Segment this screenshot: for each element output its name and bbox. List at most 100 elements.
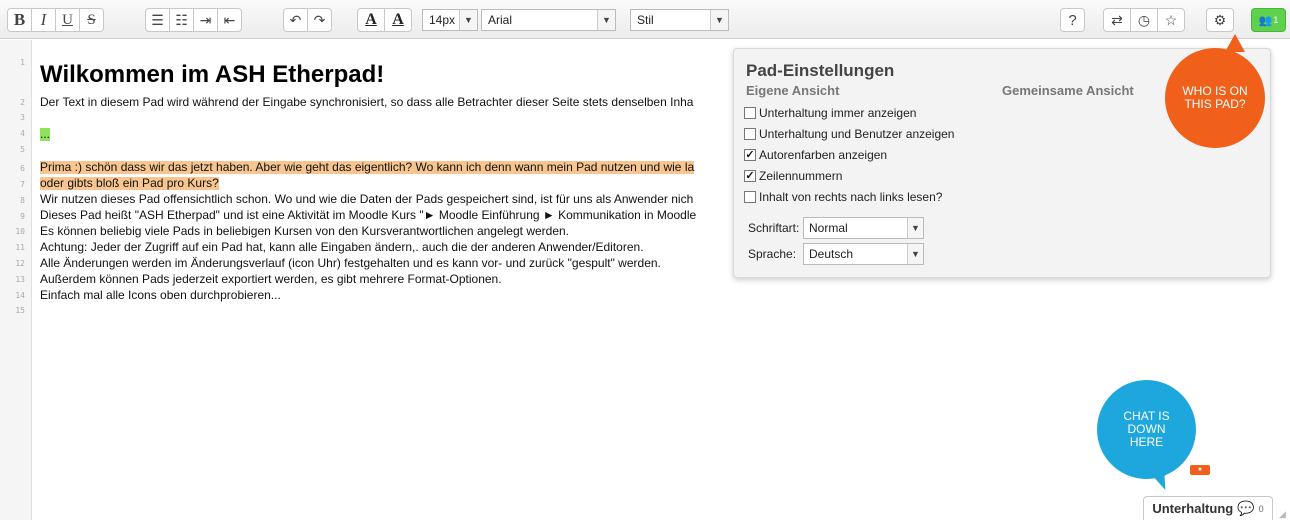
settings-button[interactable]: ⚙ <box>1206 8 1234 32</box>
chevron-down-icon: ▼ <box>459 10 477 30</box>
clock-icon: ◷ <box>1137 11 1151 28</box>
checkbox[interactable] <box>744 128 756 140</box>
speech-bubble-icon: 💬 <box>1237 500 1255 516</box>
text-line: Der Text in diesem Pad wird während der … <box>40 95 694 109</box>
undo-button[interactable]: ↶ <box>283 8 308 32</box>
option-rtl[interactable]: Inhalt von rechts nach links lesen? <box>744 190 942 204</box>
language-select[interactable]: Deutsch ▼ <box>803 243 924 265</box>
line-number: 11 <box>15 243 25 252</box>
redo-icon: ↷ <box>313 11 326 28</box>
settings-title: Pad-Einstellungen <box>746 61 895 80</box>
line-number: 2 <box>20 98 25 107</box>
line-number: 3 <box>20 113 25 122</box>
star-button[interactable]: ☆ <box>1157 8 1185 32</box>
checkbox-checked[interactable]: ✓ <box>744 149 756 161</box>
text-line: Wir nutzen dieses Pad offensichtlich sch… <box>40 192 694 206</box>
font-size-select[interactable]: 14px ▼ <box>422 9 478 31</box>
background-color-icon: A <box>392 11 404 28</box>
line-number: 10 <box>15 227 25 236</box>
bold-button[interactable]: B <box>7 8 32 32</box>
background-color-button[interactable]: A <box>384 8 412 32</box>
line-number: 9 <box>20 212 25 221</box>
text-line: Außerdem können Pads jederzeit exportier… <box>40 272 502 286</box>
import-export-icon: ⇄ <box>1111 11 1123 28</box>
chevron-down-icon: ▼ <box>907 244 923 264</box>
redo-button[interactable]: ↷ <box>307 8 332 32</box>
import-export-button[interactable]: ⇄ <box>1103 8 1131 32</box>
text-line: Achtung: Jeder der Zugriff auf ein Pad h… <box>40 240 644 254</box>
font-family-select[interactable]: Arial ▼ <box>481 9 616 31</box>
checkbox-checked[interactable]: ✓ <box>744 170 756 182</box>
text-line: oder gibts bloß ein Pad pro Kurs? <box>40 176 219 190</box>
gear-icon: ⚙ <box>1213 11 1227 28</box>
line-number: 6 <box>20 164 25 173</box>
option-show-chat-users[interactable]: Unterhaltung und Benutzer anzeigen <box>744 127 954 141</box>
text-line: Es können beliebig viele Pads in beliebi… <box>40 224 570 238</box>
chat-button[interactable]: Unterhaltung 💬 0 <box>1143 496 1273 520</box>
option-show-chat[interactable]: Unterhaltung immer anzeigen <box>744 106 916 120</box>
line-number: 8 <box>20 196 25 205</box>
checkbox[interactable] <box>744 191 756 203</box>
shared-view-heading: Gemeinsame Ansicht <box>1002 83 1134 98</box>
font-family-value: Arial <box>488 13 513 27</box>
line-number: 7 <box>20 180 25 189</box>
font-type-label: Schriftart: <box>748 221 800 235</box>
text-line: Einfach mal alle Icons oben durchprobier… <box>40 288 281 302</box>
font-color-button[interactable]: A <box>357 8 385 32</box>
users-button[interactable]: 👥 1 <box>1251 8 1286 32</box>
indent-button[interactable]: ⇥ <box>193 8 218 32</box>
underline-button[interactable]: U <box>55 8 80 32</box>
unordered-list-icon: ☷ <box>175 11 188 28</box>
undo-icon: ↶ <box>289 11 302 28</box>
text-line: Dieses Pad heißt "ASH Etherpad" und ist … <box>40 208 697 222</box>
chat-hint-text: CHAT IS DOWN HERE <box>1123 409 1170 449</box>
option-label: Zeilennummern <box>759 169 843 183</box>
option-author-colors[interactable]: ✓ Autorenfarben anzeigen <box>744 148 887 162</box>
option-label: Inhalt von rechts nach links lesen? <box>759 190 943 204</box>
line-number-gutter: 1 2 3 4 5 6 7 8 9 10 11 12 13 14 15 <box>0 40 32 520</box>
font-type-select[interactable]: Normal ▼ <box>803 217 924 239</box>
text-line: Prima :) schön dass wir das jetzt haben.… <box>40 160 695 174</box>
style-value: Stil <box>637 13 654 27</box>
resize-grip-icon[interactable]: ◢ <box>1279 509 1286 520</box>
italic-button[interactable]: I <box>31 8 56 32</box>
who-is-on-bubble: WHO IS ON THIS PAD? <box>1165 34 1265 148</box>
chat-count: 0 <box>1258 503 1264 514</box>
ordered-list-button[interactable]: ☰ <box>145 8 170 32</box>
option-label: Unterhaltung immer anzeigen <box>759 106 917 120</box>
language-label: Sprache: <box>748 247 797 261</box>
outdent-icon: ⇤ <box>223 11 236 28</box>
indent-icon: ⇥ <box>199 11 212 28</box>
star-icon: ☆ <box>1164 11 1178 28</box>
users-icon: 👥 <box>1258 14 1273 27</box>
help-icon: ? <box>1068 11 1077 29</box>
option-line-numbers[interactable]: ✓ Zeilennummern <box>744 169 842 183</box>
font-color-icon: A <box>365 11 377 28</box>
own-view-heading: Eigene Ansicht <box>746 83 840 98</box>
underline-icon: U <box>62 11 73 28</box>
chat-label: Unterhaltung <box>1152 501 1234 516</box>
line-number: 15 <box>15 306 25 315</box>
text-line: Alle Änderungen werden im Änderungsverla… <box>40 256 661 270</box>
line-number: 13 <box>15 275 25 284</box>
style-select[interactable]: Stil ▼ <box>630 9 729 31</box>
outdent-button[interactable]: ⇤ <box>217 8 242 32</box>
font-size-value: 14px <box>429 13 456 27</box>
user-count: 1 <box>1273 15 1279 25</box>
checkbox[interactable] <box>744 107 756 119</box>
pad-title: Wilkommen im ASH Etherpad! <box>40 61 385 88</box>
option-label: Unterhaltung und Benutzer anzeigen <box>759 127 955 141</box>
unordered-list-button[interactable]: ☷ <box>169 8 194 32</box>
font-type-value: Normal <box>809 221 848 235</box>
language-value: Deutsch <box>809 247 854 261</box>
strikethrough-icon: S <box>87 11 96 28</box>
chevron-down-icon: ▼ <box>710 10 728 30</box>
option-label: Autorenfarben anzeigen <box>759 148 888 162</box>
help-button[interactable]: ? <box>1060 8 1085 32</box>
line-number: 12 <box>15 259 25 268</box>
line-number: 4 <box>20 129 25 138</box>
bold-icon: B <box>13 10 26 29</box>
chevron-down-icon: ▼ <box>907 218 923 238</box>
timeslider-button[interactable]: ◷ <box>1130 8 1158 32</box>
strikethrough-button[interactable]: S <box>79 8 104 32</box>
